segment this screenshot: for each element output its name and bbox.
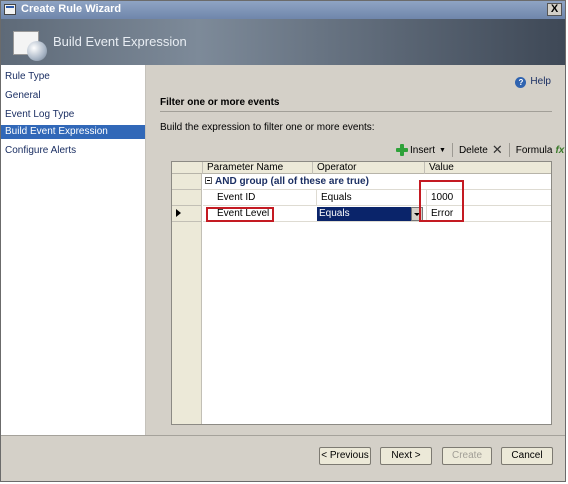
and-group-row[interactable]: AND group (all of these are true)	[203, 174, 551, 190]
wizard-steps-nav: Rule Type General Event Log Type Build E…	[1, 65, 146, 435]
footer-divider	[1, 435, 565, 436]
help-icon: ?	[515, 77, 527, 88]
window-icon	[4, 4, 16, 15]
chevron-down-icon: ▼	[439, 146, 446, 154]
create-button[interactable]: Create	[442, 447, 492, 465]
main-content: ? Help Filter one or more events Build th…	[147, 65, 565, 435]
operator-dropdown[interactable]: Equals	[317, 207, 423, 221]
cancel-button[interactable]: Cancel	[501, 447, 553, 465]
section-title: Filter one or more events	[160, 97, 280, 108]
row-indicator	[172, 190, 202, 206]
help-link[interactable]: ? Help	[515, 76, 551, 88]
parameter-cell[interactable]: Event ID	[213, 190, 316, 206]
next-button[interactable]: Next >	[380, 447, 432, 465]
nav-item-configure-alerts[interactable]: Configure Alerts	[1, 144, 145, 158]
instructions-text: Build the expression to filter one or mo…	[160, 122, 375, 133]
header-banner: Build Event Expression	[1, 19, 565, 65]
toolbar-separator	[508, 143, 510, 157]
page-title: Build Event Expression	[53, 34, 187, 49]
grid-header: Parameter Name Operator Value	[172, 162, 551, 174]
nav-item-general[interactable]: General	[1, 89, 145, 103]
close-button[interactable]: X	[547, 3, 562, 16]
group-label: AND group (all of these are true)	[215, 176, 369, 187]
section-divider	[160, 111, 552, 112]
insert-button[interactable]: Insert ▼	[393, 141, 449, 159]
table-row[interactable]: Event ID Equals 1000	[203, 190, 551, 206]
formula-icon: fx	[555, 144, 565, 156]
delete-icon: ✕	[491, 142, 503, 157]
expression-grid: Parameter Name Operator Value AND group …	[171, 161, 552, 425]
highlight-box-value	[419, 180, 464, 222]
column-header-operator[interactable]: Operator	[313, 162, 425, 174]
formula-label: Formula	[515, 144, 553, 156]
column-header-parameter[interactable]: Parameter Name	[203, 162, 313, 174]
nav-item-event-log-type[interactable]: Event Log Type	[1, 108, 145, 122]
row-indicator-header	[172, 162, 203, 174]
create-rule-wizard-window: Create Rule Wizard X Build Event Express…	[0, 0, 566, 482]
help-label: Help	[530, 76, 551, 87]
row-indicator-current	[172, 206, 202, 222]
title-bar: Create Rule Wizard X	[1, 1, 565, 19]
nav-item-build-event-expression[interactable]: Build Event Expression	[1, 125, 145, 139]
delete-label: Delete	[458, 144, 488, 156]
plus-icon	[396, 144, 408, 156]
formula-button[interactable]: Formula fx	[513, 141, 568, 159]
delete-button[interactable]: Delete ✕	[456, 141, 506, 159]
current-row-arrow-icon	[176, 209, 181, 217]
toolbar-separator	[451, 143, 453, 157]
collapse-icon[interactable]	[205, 177, 212, 184]
expression-toolbar: Insert ▼ Delete ✕ Formula fx	[393, 141, 567, 159]
operator-cell[interactable]: Equals	[316, 190, 426, 206]
row-indicator	[172, 174, 202, 190]
insert-label: Insert	[410, 144, 436, 156]
highlight-box-parameter	[206, 207, 274, 222]
column-header-value[interactable]: Value	[425, 162, 551, 174]
operator-selected-value: Equals	[319, 208, 350, 219]
wizard-logo-icon	[13, 27, 49, 61]
previous-button[interactable]: < Previous	[319, 447, 371, 465]
nav-item-rule-type[interactable]: Rule Type	[1, 70, 145, 84]
window-title: Create Rule Wizard	[21, 3, 122, 15]
row-indicator-column	[172, 174, 202, 424]
